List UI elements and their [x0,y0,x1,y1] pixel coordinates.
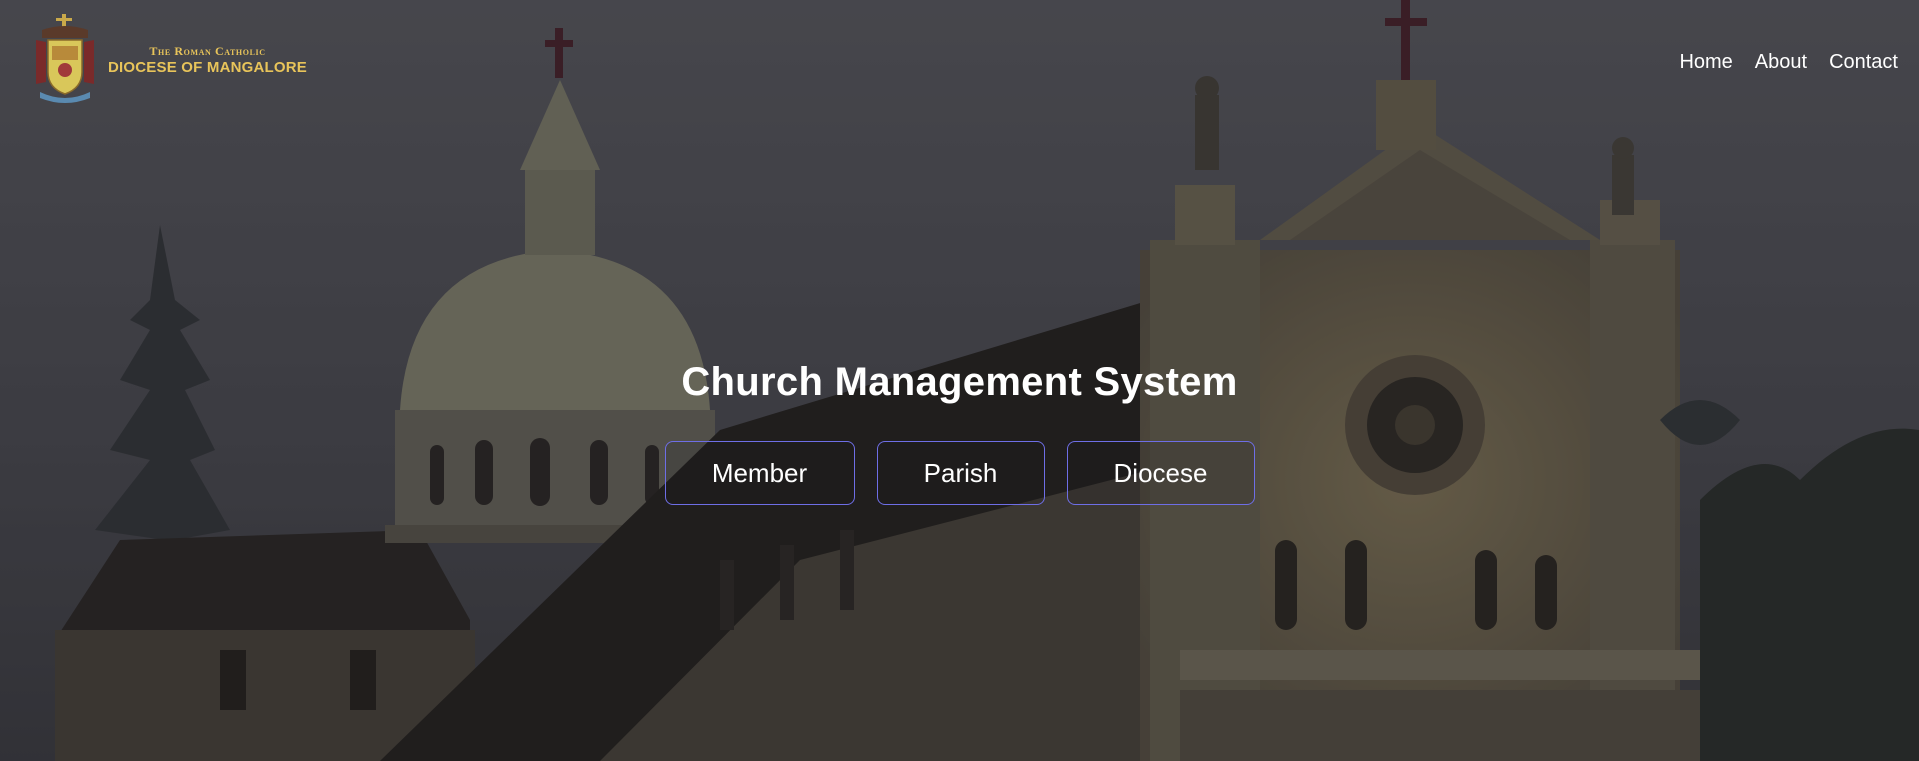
nav-home-link[interactable]: Home [1679,51,1732,74]
parish-button[interactable]: Parish [876,441,1045,505]
hero-section: Church Management System [0,360,1919,405]
main-nav: Home About Contact [1679,51,1898,74]
logo-line2: DIOCESE OF MANGALORE [108,59,308,76]
diocese-button[interactable]: Diocese [1066,441,1255,505]
nav-contact-link[interactable]: Contact [1829,51,1898,74]
logo-text: The Roman Catholic DIOCESE OF MANGALORE [108,45,307,75]
page-title: Church Management System [681,360,1238,404]
member-button[interactable]: Member [664,441,855,505]
hero-buttons: Member Parish Diocese [0,441,1919,505]
nav-about-link[interactable]: About [1755,51,1807,74]
logo-line1: The Roman Catholic [149,44,266,58]
page: The Roman Catholic DIOCESE OF MANGALORE … [0,0,1919,761]
diocese-crest-icon [36,14,94,103]
diocese-logo[interactable]: The Roman Catholic DIOCESE OF MANGALORE [28,12,307,108]
